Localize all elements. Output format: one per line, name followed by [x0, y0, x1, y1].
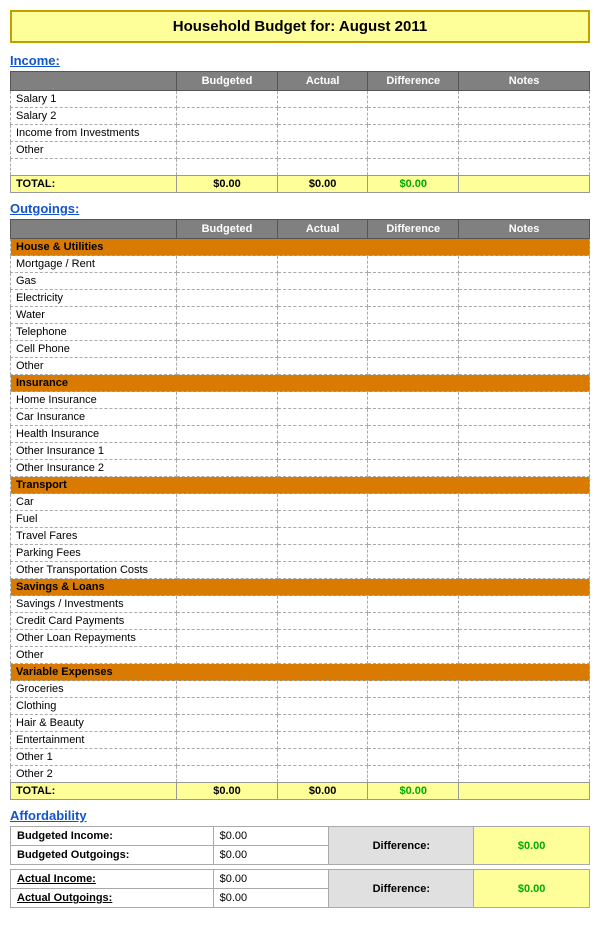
table-row: Health Insurance [11, 426, 590, 443]
table-row: Other [11, 358, 590, 375]
table-row: Credit Card Payments [11, 613, 590, 630]
table-row: Income from Investments [11, 125, 590, 142]
table-row: Hair & Beauty [11, 715, 590, 732]
table-row: Mortgage / Rent [11, 256, 590, 273]
table-row: Entertainment [11, 732, 590, 749]
income-col-notes: Notes [459, 72, 590, 91]
table-row: Home Insurance [11, 392, 590, 409]
table-row: Parking Fees [11, 545, 590, 562]
table-row: Other 2 [11, 766, 590, 783]
outgoings-total-row: TOTAL: $0.00 $0.00 $0.00 [11, 783, 590, 800]
table-row: Travel Fares [11, 528, 590, 545]
table-row: Groceries [11, 681, 590, 698]
outgoings-section-header: Outgoings: [10, 201, 590, 216]
table-row: Electricity [11, 290, 590, 307]
table-row: Cell Phone [11, 341, 590, 358]
table-row: Fuel [11, 511, 590, 528]
affordability-actual-table: Actual Income: $0.00 Difference: $0.00 A… [10, 869, 590, 908]
out-col-budgeted: Budgeted [177, 220, 278, 239]
afford-actual-income-row: Actual Income: $0.00 Difference: $0.00 [11, 870, 590, 889]
out-col-difference: Difference [368, 220, 459, 239]
income-col-budgeted: Budgeted [177, 72, 278, 91]
table-row: Water [11, 307, 590, 324]
category-header-house: House & Utilities [11, 239, 590, 256]
category-header-savings: Savings & Loans [11, 579, 590, 596]
table-row: Other 1 [11, 749, 590, 766]
category-header-variable: Variable Expenses [11, 664, 590, 681]
out-col-notes: Notes [459, 220, 590, 239]
table-row: Car [11, 494, 590, 511]
affordability-section-header: Affordability [10, 808, 590, 823]
table-row: Salary 2 [11, 108, 590, 125]
income-total-row: TOTAL: $0.00 $0.00 $0.00 [11, 176, 590, 193]
table-row: Telephone [11, 324, 590, 341]
table-row: Other [11, 647, 590, 664]
afford-budgeted-row: Budgeted Income: $0.00 Difference: $0.00 [11, 827, 590, 846]
table-row-empty [11, 159, 590, 176]
out-col-label [11, 220, 177, 239]
table-row: Other Insurance 1 [11, 443, 590, 460]
income-col-actual: Actual [277, 72, 368, 91]
income-table: Budgeted Actual Difference Notes Salary … [10, 71, 590, 193]
income-section-header: Income: [10, 53, 590, 68]
table-row: Clothing [11, 698, 590, 715]
table-row: Other Insurance 2 [11, 460, 590, 477]
table-row: Other Loan Repayments [11, 630, 590, 647]
affordability-table: Budgeted Income: $0.00 Difference: $0.00… [10, 826, 590, 865]
income-col-label [11, 72, 177, 91]
out-col-actual: Actual [277, 220, 368, 239]
title-month: August 2011 [339, 18, 427, 35]
table-row: Other [11, 142, 590, 159]
table-row: Other Transportation Costs [11, 562, 590, 579]
category-header-insurance: Insurance [11, 375, 590, 392]
table-row: Car Insurance [11, 409, 590, 426]
category-header-transport: Transport [11, 477, 590, 494]
table-row: Savings / Investments [11, 596, 590, 613]
income-col-difference: Difference [368, 72, 459, 91]
page-title: Household Budget for: August 2011 [10, 10, 590, 43]
table-row: Salary 1 [11, 91, 590, 108]
table-row: Gas [11, 273, 590, 290]
outgoings-table: Budgeted Actual Difference Notes House &… [10, 219, 590, 800]
title-prefix: Household Budget for: [173, 18, 335, 35]
